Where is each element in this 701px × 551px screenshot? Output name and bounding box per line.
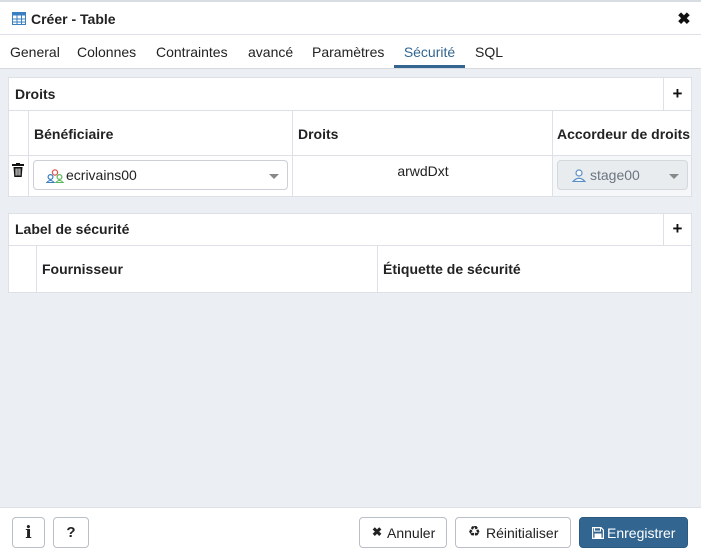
tab-avance[interactable]: avancé [248, 36, 293, 68]
tab-bar: General Colonnes Contraintes avancé Para… [0, 36, 701, 69]
privileges-header: Droits + [9, 78, 691, 111]
tab-sql[interactable]: SQL [475, 36, 503, 68]
column-header-grantor: Accordeur de droits [552, 111, 691, 155]
privileges-value: arwdDxt [397, 163, 449, 179]
chevron-down-icon [269, 174, 279, 179]
privileges-panel: Droits + Bénéficiaire Droits Accordeur d… [8, 77, 692, 197]
add-privilege-button[interactable]: + [663, 78, 691, 110]
privileges-column-headers: Bénéficiaire Droits Accordeur de droits [9, 111, 691, 156]
column-header-privileges: Droits [292, 111, 552, 155]
table-icon [12, 12, 26, 25]
plus-icon: + [672, 84, 683, 103]
help-button[interactable]: ? [53, 517, 89, 548]
tab-parametres[interactable]: Paramètres [312, 36, 384, 68]
column-header-security-label: Étiquette de sécurité [377, 246, 691, 292]
grantor-select: stage00 [557, 160, 688, 190]
dialog-footer: i ? ✖ Annuler ♻ Réinitialiser Enregistre… [0, 507, 701, 551]
reset-button[interactable]: ♻ Réinitialiser [455, 517, 571, 548]
column-header-provider: Fournisseur [36, 246, 377, 292]
save-button[interactable]: Enregistrer [579, 517, 688, 548]
plus-icon: + [672, 219, 683, 238]
security-labels-panel: Label de sécurité + Fournisseur Étiquett… [8, 213, 692, 293]
table-row: ecrivains00 arwdDxt stage00 [9, 156, 691, 196]
help-label: ? [66, 524, 76, 541]
chevron-down-icon [669, 174, 679, 179]
add-security-label-button[interactable]: + [663, 214, 691, 245]
close-icon[interactable]: ✖ [676, 12, 692, 28]
reset-label: Réinitialiser [486, 525, 559, 541]
tab-colonnes[interactable]: Colonnes [77, 36, 136, 68]
user-role-icon [572, 169, 586, 182]
privileges-title: Droits [15, 86, 56, 102]
create-table-dialog: Créer - Table ✖ General Colonnes Contrai… [0, 0, 701, 551]
privileges-cell[interactable]: arwdDxt [292, 156, 552, 196]
save-icon [592, 527, 604, 539]
trash-icon[interactable] [12, 163, 24, 177]
info-button[interactable]: i [12, 517, 45, 548]
tab-general[interactable]: General [10, 36, 60, 68]
info-icon: i [25, 523, 32, 543]
tab-securite[interactable]: Sécurité [394, 36, 465, 68]
column-header-grantee: Bénéficiaire [28, 111, 292, 155]
save-label: Enregistrer [607, 525, 676, 541]
security-labels-column-headers: Fournisseur Étiquette de sécurité [9, 246, 691, 292]
tab-content: Droits + Bénéficiaire Droits Accordeur d… [0, 69, 701, 507]
recycle-icon: ♻ [468, 524, 481, 540]
close-icon: ✖ [372, 525, 383, 539]
group-role-icon [46, 169, 64, 183]
security-labels-title: Label de sécurité [15, 221, 130, 237]
tab-contraintes[interactable]: Contraintes [156, 36, 228, 68]
cancel-label: Annuler [387, 525, 436, 541]
grantor-cell: stage00 [552, 156, 691, 196]
dialog-titlebar: Créer - Table ✖ [0, 4, 701, 35]
grantee-select[interactable]: ecrivains00 [33, 160, 288, 190]
grantee-cell: ecrivains00 [28, 156, 292, 196]
grantor-value: stage00 [590, 167, 640, 183]
cancel-button[interactable]: ✖ Annuler [359, 517, 447, 548]
grantee-value: ecrivains00 [66, 167, 137, 183]
security-labels-header: Label de sécurité + [9, 214, 691, 246]
dialog-title: Créer - Table [31, 11, 116, 27]
